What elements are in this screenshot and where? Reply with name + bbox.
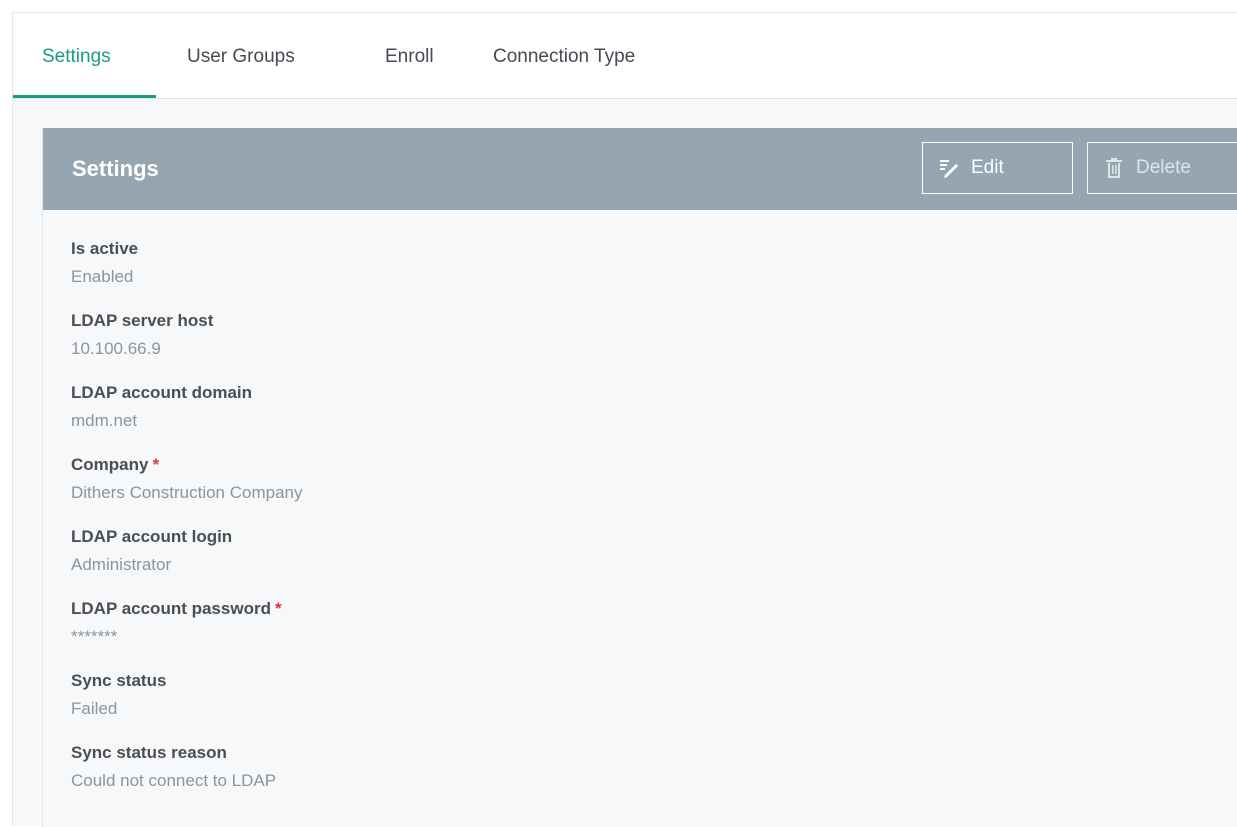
- settings-panel: Settings Edit Delete Is active Enabled L…: [42, 128, 1237, 827]
- field-label: Is active: [71, 239, 139, 258]
- field-value: 10.100.66.9: [71, 339, 161, 358]
- field-ldap-server-host: LDAP server host 10.100.66.9: [71, 311, 213, 359]
- field-label: LDAP account password *: [71, 599, 282, 618]
- tab-user-groups[interactable]: User Groups: [187, 46, 295, 68]
- edit-icon: [939, 157, 959, 179]
- required-marker: *: [274, 599, 282, 618]
- field-label: LDAP server host: [71, 311, 214, 330]
- tab-enroll[interactable]: Enroll: [385, 46, 434, 68]
- edit-button-label: Edit: [971, 157, 1004, 178]
- tab-settings[interactable]: Settings: [42, 46, 111, 68]
- field-company: Company * Dithers Construction Company: [71, 455, 302, 503]
- edit-button[interactable]: Edit: [922, 142, 1073, 194]
- required-marker: *: [152, 455, 160, 474]
- field-value: *******: [71, 627, 118, 646]
- trash-icon: [1104, 157, 1124, 179]
- field-is-active: Is active Enabled: [71, 239, 138, 287]
- field-value: Dithers Construction Company: [71, 483, 303, 502]
- field-ldap-account-password: LDAP account password * *******: [71, 599, 282, 647]
- panel-title: Settings: [72, 156, 159, 181]
- field-label: Sync status: [71, 671, 167, 690]
- ldap-settings-frame: Settings User Groups Enroll Connection T…: [12, 12, 1237, 827]
- field-value: Could not connect to LDAP: [71, 771, 277, 790]
- delete-button[interactable]: Delete: [1087, 142, 1237, 194]
- field-ldap-account-domain: LDAP account domain mdm.net: [71, 383, 252, 431]
- active-tab-indicator: [13, 95, 156, 98]
- field-value: Enabled: [71, 267, 134, 286]
- delete-button-label: Delete: [1136, 157, 1191, 178]
- field-value: mdm.net: [71, 411, 138, 430]
- panel-header: Settings Edit Delete: [43, 128, 1237, 210]
- field-value: Administrator: [71, 555, 172, 574]
- field-value: Failed: [71, 699, 118, 718]
- field-label: LDAP account domain: [71, 383, 253, 402]
- field-sync-status: Sync status Failed: [71, 671, 166, 719]
- field-sync-status-reason: Sync status reason Could not connect to …: [71, 743, 276, 791]
- tab-connection-type[interactable]: Connection Type: [493, 46, 635, 68]
- tab-bar: Settings User Groups Enroll Connection T…: [13, 13, 1237, 99]
- field-label: Company *: [71, 455, 160, 474]
- field-label: LDAP account login: [71, 527, 233, 546]
- field-label: Sync status reason: [71, 743, 227, 762]
- field-ldap-account-login: LDAP account login Administrator: [71, 527, 232, 575]
